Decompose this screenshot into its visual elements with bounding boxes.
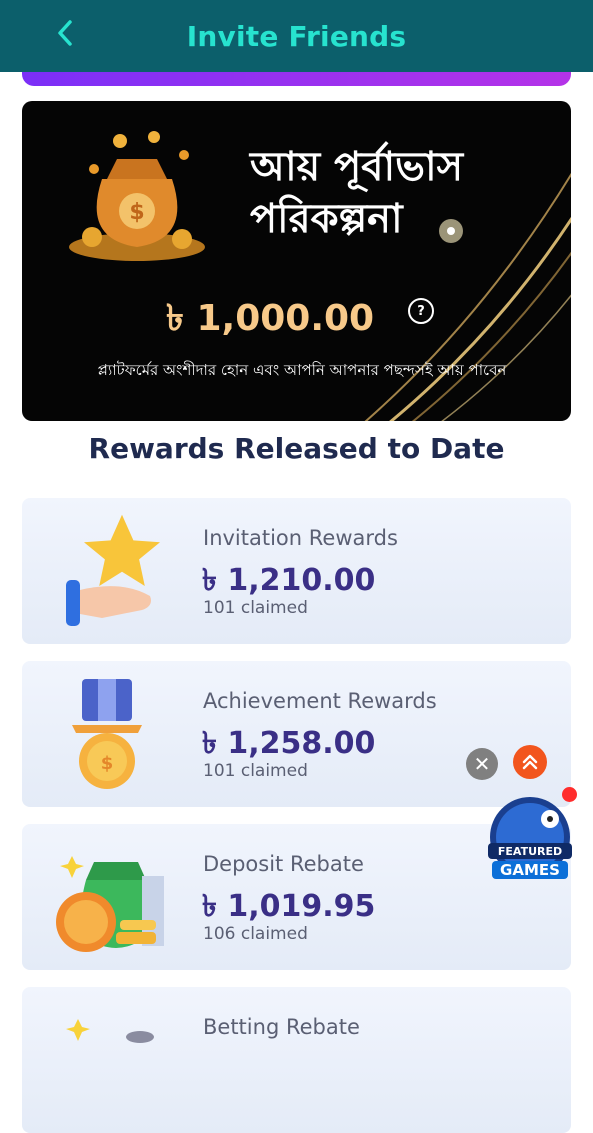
gift-icon xyxy=(66,1019,154,1043)
back-button[interactable] xyxy=(48,16,82,50)
reward-card-achievement[interactable]: $ Achievement Rewards ৳ 1,258.00 101 cla… xyxy=(22,661,571,807)
income-forecast-banner: $ আয় পূর্বাভাস পরিকল্পনা ৳ 1,000.00 ? প… xyxy=(22,101,571,421)
reward-claimed: 106 claimed xyxy=(203,924,308,944)
reward-claimed: 101 claimed xyxy=(203,761,308,781)
banner-title-line1: আয় পূর্বাভাস xyxy=(250,144,463,190)
svg-text:$: $ xyxy=(101,753,114,774)
svg-text:$: $ xyxy=(129,200,144,225)
featured-line1: FEATURED xyxy=(498,845,562,858)
help-icon[interactable]: ? xyxy=(408,298,434,324)
close-float-button[interactable]: ✕ xyxy=(466,748,498,780)
page-title: Invite Friends xyxy=(186,19,407,53)
reward-card-invitation[interactable]: Invitation Rewards ৳ 1,210.00 101 claime… xyxy=(22,498,571,644)
section-title: Rewards Released to Date xyxy=(88,432,505,465)
banner-title-line2: পরিকল্পনা xyxy=(250,196,403,242)
reward-label: Deposit Rebate xyxy=(203,852,364,876)
reward-label: Achievement Rewards xyxy=(203,689,437,713)
forecast-amount: ৳ 1,000.00 xyxy=(166,298,375,339)
banner-description: প্ল্যাটফর্মের অংশীদার হোন এবং আপনি আপনার… xyxy=(97,361,507,379)
scroll-top-button[interactable] xyxy=(513,745,547,779)
money-bag-coins-icon: $ xyxy=(69,131,205,261)
purple-banner-strip xyxy=(22,72,571,86)
header-bar: Invite Friends xyxy=(0,0,593,72)
medal-icon: $ xyxy=(72,679,142,789)
reward-claimed: 101 claimed xyxy=(203,598,308,618)
banner-title: আয় পূর্বাভাস পরিকল্পনা xyxy=(250,141,550,245)
reward-label: Invitation Rewards xyxy=(203,526,398,550)
reward-label: Betting Rebate xyxy=(203,1015,360,1039)
notification-dot xyxy=(562,787,577,802)
reward-card-betting[interactable]: Betting Rebate xyxy=(22,987,571,1133)
star-hand-icon xyxy=(66,514,160,626)
featured-games-badge[interactable]: FEATURED GAMES xyxy=(484,795,576,887)
featured-line2: GAMES xyxy=(500,861,560,879)
double-chevron-up-icon xyxy=(522,754,538,770)
money-bag-icon xyxy=(56,856,164,952)
chevron-left-icon xyxy=(58,20,72,46)
